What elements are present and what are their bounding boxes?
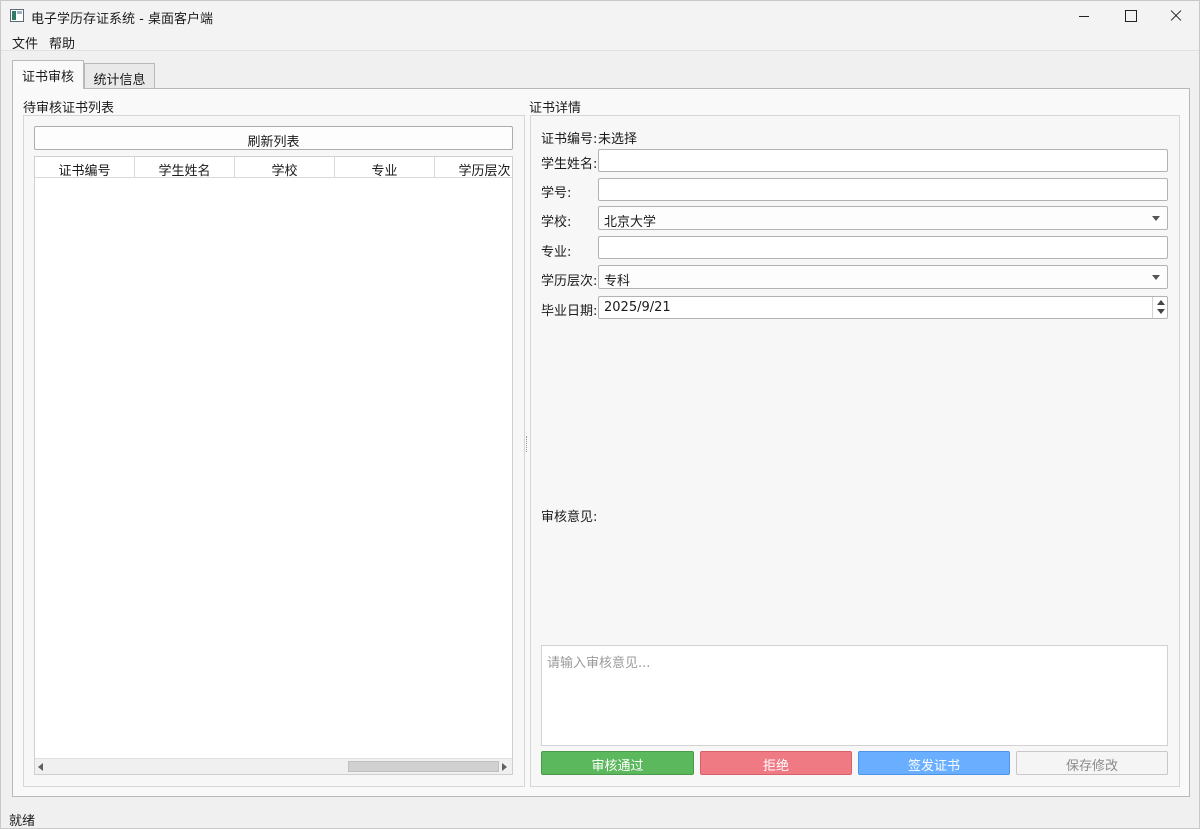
spin-down-icon[interactable] bbox=[1157, 309, 1165, 314]
minimize-button[interactable] bbox=[1061, 1, 1107, 31]
scroll-right-icon[interactable] bbox=[502, 763, 507, 771]
reject-button[interactable]: 拒绝 bbox=[700, 751, 852, 775]
scroll-left-icon[interactable] bbox=[38, 763, 43, 771]
major-label: 专业: bbox=[541, 245, 572, 260]
certificate-table[interactable]: 证书编号 学生姓名 学校 专业 学历层次 bbox=[34, 156, 513, 775]
column-header-level[interactable]: 学历层次 bbox=[435, 157, 512, 179]
review-opinion-placeholder: 请输入审核意见... bbox=[547, 656, 651, 671]
approve-button[interactable]: 审核通过 bbox=[541, 751, 694, 775]
school-select-value: 北京大学 bbox=[604, 215, 657, 230]
level-select[interactable]: 专科 bbox=[598, 265, 1168, 289]
maximize-button[interactable] bbox=[1107, 1, 1153, 31]
menu-help[interactable]: 帮助 bbox=[49, 33, 75, 52]
cert-no-label: 证书编号: bbox=[541, 132, 598, 147]
tab-certificate-review[interactable]: 证书审核 bbox=[12, 60, 84, 89]
review-opinion-label: 审核意见: bbox=[541, 510, 598, 525]
issue-certificate-button[interactable]: 签发证书 bbox=[858, 751, 1010, 775]
save-changes-button[interactable]: 保存修改 bbox=[1016, 751, 1168, 775]
horizontal-scrollbar[interactable] bbox=[35, 758, 512, 774]
review-opinion-textarea[interactable]: 请输入审核意见... bbox=[541, 645, 1168, 746]
refresh-list-button[interactable]: 刷新列表 bbox=[34, 126, 513, 150]
column-header-student-name[interactable]: 学生姓名 bbox=[135, 157, 235, 179]
chevron-down-icon[interactable] bbox=[1152, 216, 1160, 221]
date-spin-buttons[interactable] bbox=[1152, 297, 1167, 318]
chevron-down-icon[interactable] bbox=[1152, 275, 1160, 280]
menu-file[interactable]: 文件 bbox=[12, 33, 38, 52]
grad-date-input[interactable]: 2025/9/21 bbox=[598, 296, 1168, 319]
cert-no-value: 未选择 bbox=[598, 132, 638, 147]
student-name-label: 学生姓名: bbox=[541, 157, 598, 172]
status-text: 就绪 bbox=[9, 814, 36, 829]
tab-statistics[interactable]: 统计信息 bbox=[84, 63, 155, 90]
table-header: 证书编号 学生姓名 学校 专业 学历层次 bbox=[35, 157, 512, 179]
column-header-major[interactable]: 专业 bbox=[335, 157, 435, 179]
level-select-value: 专科 bbox=[604, 274, 631, 289]
grad-date-value: 2025/9/21 bbox=[604, 300, 671, 315]
column-header-cert-no[interactable]: 证书编号 bbox=[35, 157, 135, 179]
scrollbar-thumb[interactable] bbox=[348, 761, 499, 772]
student-name-input[interactable] bbox=[598, 149, 1168, 172]
major-input[interactable] bbox=[598, 236, 1168, 259]
app-window: 电子学历存证系统 - 桌面客户端 文件 帮助 证书审核 统计信息 待审核证书列表… bbox=[0, 0, 1200, 829]
school-label: 学校: bbox=[541, 215, 572, 230]
status-bar: 就绪 bbox=[1, 806, 1199, 829]
menu-bar: 文件 帮助 bbox=[1, 31, 1199, 52]
app-icon bbox=[10, 9, 24, 22]
column-header-school[interactable]: 学校 bbox=[235, 157, 335, 179]
detail-panel-title: 证书详情 bbox=[529, 101, 582, 116]
grad-date-label: 毕业日期: bbox=[541, 304, 598, 319]
school-select[interactable]: 北京大学 bbox=[598, 206, 1168, 230]
student-id-label: 学号: bbox=[541, 186, 572, 201]
window-title: 电子学历存证系统 - 桌面客户端 bbox=[31, 12, 213, 27]
spin-up-icon[interactable] bbox=[1157, 300, 1165, 305]
close-button[interactable] bbox=[1153, 1, 1199, 31]
panel-splitter-handle[interactable] bbox=[526, 436, 528, 452]
level-label: 学历层次: bbox=[541, 274, 598, 289]
title-bar[interactable]: 电子学历存证系统 - 桌面客户端 bbox=[1, 1, 1199, 31]
pending-list-title: 待审核证书列表 bbox=[23, 101, 115, 116]
student-id-input[interactable] bbox=[598, 178, 1168, 201]
